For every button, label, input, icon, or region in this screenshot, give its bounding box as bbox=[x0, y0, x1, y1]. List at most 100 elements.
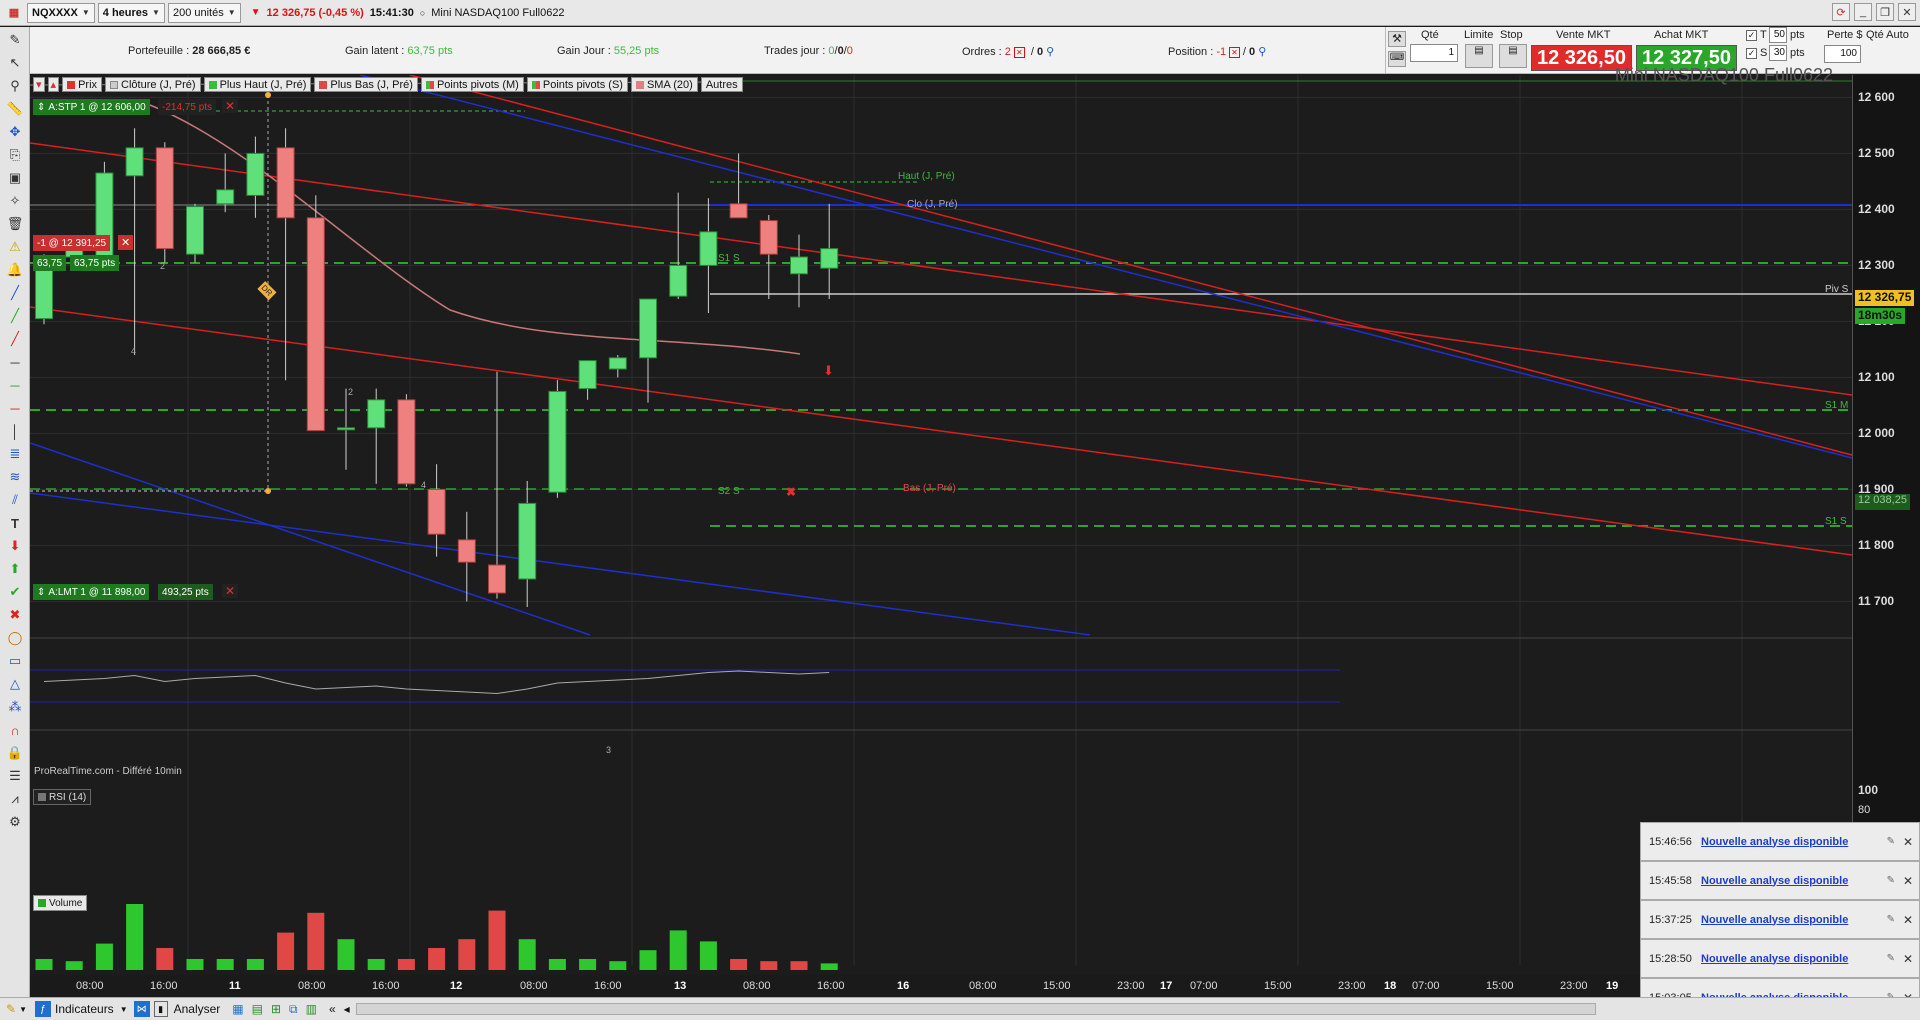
close-icon[interactable]: ✕ bbox=[1903, 952, 1913, 966]
indicators-button[interactable]: Indicateurs bbox=[55, 1002, 114, 1016]
indicator-pivots-s[interactable]: Points pivots (S) bbox=[526, 77, 628, 92]
stop-order-tag[interactable]: ⇕ A:STP 1 @ 12 606,00 bbox=[33, 99, 150, 115]
loss-input[interactable]: 100 bbox=[1824, 45, 1861, 63]
search-icon[interactable]: ⚲ bbox=[1046, 46, 1054, 58]
scroll-left-icon[interactable]: « bbox=[329, 1002, 336, 1016]
indicator-plus-bas[interactable]: Plus Bas (J, Pré) bbox=[314, 77, 418, 92]
close-icon[interactable]: ✕ bbox=[1013, 47, 1025, 58]
close-position-icon[interactable]: ✕ bbox=[118, 235, 134, 250]
units-select[interactable]: 200 unités ▼ bbox=[167, 2, 241, 23]
stop-order-button[interactable]: ▤ bbox=[1499, 44, 1527, 68]
orders-info[interactable]: Ordres : 2 ✕ / 0 ⚲ bbox=[962, 45, 1054, 58]
indicator-plus-haut[interactable]: Plus Haut (J, Pré) bbox=[203, 77, 312, 92]
volume-panel-title[interactable]: Volume bbox=[33, 895, 88, 911]
limit-order-button[interactable]: ▤ bbox=[1465, 44, 1493, 68]
position-tag[interactable]: -1 @ 12 391,25 bbox=[33, 235, 111, 251]
layers-icon[interactable]: ☰ bbox=[4, 766, 26, 786]
keyboard-icon[interactable]: ⌨ bbox=[1388, 51, 1406, 67]
green-line-icon[interactable]: ╱ bbox=[4, 306, 26, 326]
notification-item[interactable]: 15:28:50 Nouvelle analyse disponible ✎ ✕ bbox=[1640, 939, 1920, 978]
limit-order-tag[interactable]: ⇕ A:LMT 1 @ 11 898,00 bbox=[33, 584, 150, 600]
indicators-icon[interactable]: ƒ bbox=[34, 1001, 51, 1017]
fibonacci-icon[interactable]: ≣ bbox=[4, 444, 26, 464]
s-input[interactable]: 30 bbox=[1769, 45, 1787, 61]
pen-icon[interactable]: ✎ bbox=[6, 1002, 16, 1016]
fibonacci-fan-icon[interactable]: ≋ bbox=[4, 467, 26, 487]
chart-style-icon[interactable]: ⩘ bbox=[4, 789, 26, 809]
horizontal-scrollbar[interactable] bbox=[355, 1003, 1596, 1015]
notification-link[interactable]: Nouvelle analyse disponible bbox=[1701, 953, 1848, 965]
copy-icon[interactable]: ⎘ bbox=[4, 145, 26, 165]
pin-icon[interactable]: ✎ bbox=[1887, 836, 1895, 847]
t-input[interactable]: 50 bbox=[1769, 27, 1787, 43]
grid-icon[interactable]: ⊞ bbox=[271, 1002, 281, 1016]
t-checkbox[interactable]: ✓ bbox=[1746, 30, 1757, 41]
close-icon[interactable]: ✕ bbox=[1903, 913, 1913, 927]
notification-item[interactable]: 15:46:56 Nouvelle analyse disponible ✎ ✕ bbox=[1640, 822, 1920, 861]
pin-icon[interactable]: ✎ bbox=[1887, 914, 1895, 925]
share-icon[interactable]: ⋈ bbox=[133, 1001, 150, 1017]
pattern-icon[interactable]: ⁂ bbox=[4, 697, 26, 717]
close-icon[interactable]: ✕ bbox=[1229, 47, 1240, 58]
cursor-icon[interactable]: ↖ bbox=[4, 53, 26, 73]
notification-link[interactable]: Nouvelle analyse disponible bbox=[1701, 914, 1848, 926]
rectangle-icon[interactable]: ▭ bbox=[4, 651, 26, 671]
expand-button[interactable]: ▴ bbox=[47, 77, 60, 92]
red-line-icon[interactable]: ╱ bbox=[4, 329, 26, 349]
s-checkbox[interactable]: ✓ bbox=[1746, 48, 1757, 59]
notification-item[interactable]: 15:45:58 Nouvelle analyse disponible ✎ ✕ bbox=[1640, 861, 1920, 900]
arrow-down-icon[interactable]: ⬇ bbox=[4, 536, 26, 556]
red-hline-icon[interactable]: ─ bbox=[4, 398, 26, 418]
check-icon[interactable]: ✔ bbox=[4, 582, 26, 602]
indicator-autres[interactable]: Autres bbox=[700, 77, 743, 92]
indicator-sma20[interactable]: SMA (20) bbox=[630, 77, 698, 92]
minimize-button[interactable]: _ bbox=[1854, 3, 1872, 21]
cancel-stop-order-icon[interactable]: ✕ bbox=[222, 99, 239, 113]
window-icon[interactable]: ⧉ bbox=[289, 1002, 298, 1017]
qty-input[interactable]: 1 bbox=[1410, 44, 1458, 62]
notification-link[interactable]: Nouvelle analyse disponible bbox=[1701, 875, 1848, 887]
timeframe-select[interactable]: 4 heures ▼ bbox=[97, 2, 165, 23]
magic-icon[interactable]: ✧ bbox=[4, 191, 26, 211]
close-icon[interactable]: ✕ bbox=[1903, 835, 1913, 849]
magnet-icon[interactable]: ∩ bbox=[4, 720, 26, 740]
pen-icon[interactable]: ✎ bbox=[4, 30, 26, 50]
chevron-down-icon[interactable]: ▼ bbox=[19, 1005, 27, 1014]
paste-icon[interactable]: ▣ bbox=[4, 168, 26, 188]
ellipse-icon[interactable]: ◯ bbox=[4, 628, 26, 648]
close-button[interactable]: ✕ bbox=[1898, 3, 1916, 21]
channel-icon[interactable]: ⫽ bbox=[4, 490, 26, 510]
notification-item[interactable]: 15:37:25 Nouvelle analyse disponible ✎ ✕ bbox=[1640, 900, 1920, 939]
move-icon[interactable]: ✥ bbox=[4, 122, 26, 142]
list-icon[interactable]: ▥ bbox=[306, 1002, 317, 1016]
vline-icon[interactable]: │ bbox=[4, 421, 26, 441]
triangle-icon[interactable]: △ bbox=[4, 674, 26, 694]
symbol-select[interactable]: NQXXXX ▼ bbox=[27, 2, 95, 23]
close-icon[interactable]: ✕ bbox=[1903, 874, 1913, 888]
cancel-limit-order-icon[interactable]: ✕ bbox=[222, 584, 239, 598]
refresh-icon[interactable]: ⟳ bbox=[1832, 3, 1850, 21]
indicator-cloture[interactable]: Clôture (J, Pré) bbox=[105, 77, 201, 92]
pin-icon[interactable]: ✎ bbox=[1887, 953, 1895, 964]
chevron-down-icon[interactable]: ▼ bbox=[120, 1005, 128, 1014]
line-icon[interactable]: ╱ bbox=[4, 283, 26, 303]
chart-icon[interactable]: ▦ bbox=[4, 3, 24, 23]
table-icon[interactable]: ▤ bbox=[252, 1002, 263, 1016]
scroll-prev-icon[interactable]: ◂ bbox=[344, 1002, 350, 1016]
text-icon[interactable]: T bbox=[4, 513, 26, 533]
pin-icon[interactable]: ✎ bbox=[1887, 875, 1895, 886]
wrench-icon[interactable]: ⚒ bbox=[1388, 31, 1406, 47]
green-hline-icon[interactable]: ─ bbox=[4, 375, 26, 395]
indicator-pivots-m[interactable]: Points pivots (M) bbox=[420, 77, 524, 92]
analyze-icon[interactable]: ▮ bbox=[153, 1001, 168, 1017]
price-chart[interactable] bbox=[30, 75, 1853, 975]
hline-icon[interactable]: ─ bbox=[4, 352, 26, 372]
lock-icon[interactable]: 🔒 bbox=[4, 743, 26, 763]
indicator-prix[interactable]: Prix bbox=[62, 77, 103, 92]
chart-area[interactable]: Mini NASDAQ100 Full0622 Haut (J, Pré) Cl… bbox=[30, 65, 1853, 975]
notification-link[interactable]: Nouvelle analyse disponible bbox=[1701, 836, 1848, 848]
analyze-button[interactable]: Analyser bbox=[174, 1002, 221, 1016]
ruler-icon[interactable]: 📏 bbox=[4, 99, 26, 119]
settings-icon[interactable]: ⚙ bbox=[4, 812, 26, 832]
collapse-button[interactable]: ▾ bbox=[33, 77, 45, 92]
